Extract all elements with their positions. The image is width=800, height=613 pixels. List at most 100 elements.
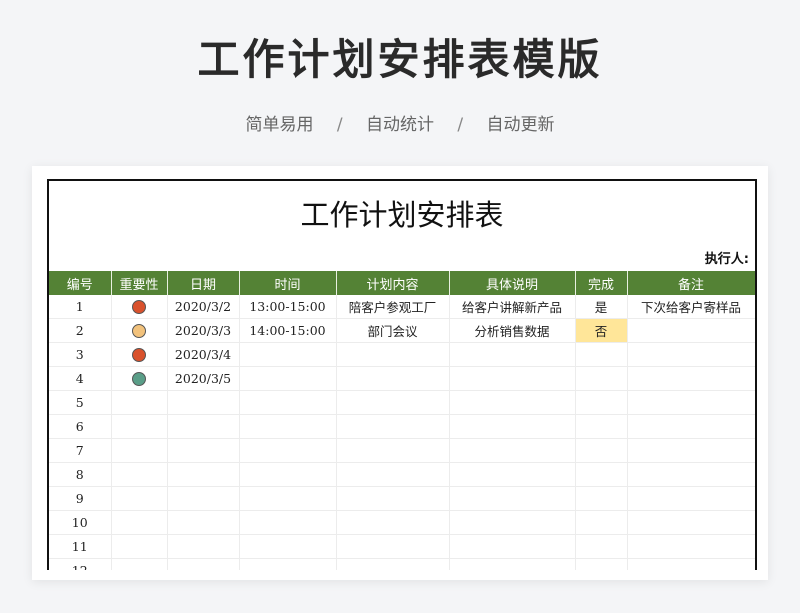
cell-time[interactable]: [239, 438, 337, 463]
cell-note[interactable]: [627, 414, 755, 439]
cell-done[interactable]: 否: [575, 318, 628, 343]
cell-importance[interactable]: [111, 486, 168, 511]
cell-no[interactable]: 12: [49, 558, 112, 570]
cell-plan[interactable]: [336, 366, 450, 391]
cell-time[interactable]: 14:00-15:00: [239, 318, 337, 343]
cell-no[interactable]: 8: [49, 462, 112, 487]
cell-done[interactable]: 是: [575, 295, 628, 319]
cell-note[interactable]: [627, 534, 755, 559]
column-header: 备注: [627, 271, 755, 295]
cell-no[interactable]: 3: [49, 342, 112, 367]
cell-note[interactable]: [627, 390, 755, 415]
cell-date[interactable]: [167, 534, 240, 559]
cell-date[interactable]: [167, 510, 240, 535]
cell-importance[interactable]: [111, 414, 168, 439]
cell-importance[interactable]: [111, 366, 168, 391]
cell-done[interactable]: [575, 342, 628, 367]
cell-no[interactable]: 6: [49, 414, 112, 439]
cell-note[interactable]: [627, 438, 755, 463]
cell-plan[interactable]: [336, 438, 450, 463]
cell-date[interactable]: [167, 438, 240, 463]
cell-detail[interactable]: 给客户讲解新产品: [449, 295, 576, 319]
cell-no[interactable]: 7: [49, 438, 112, 463]
cell-time[interactable]: 13:00-15:00: [239, 295, 337, 319]
cell-date[interactable]: 2020/3/4: [167, 342, 240, 367]
cell-date[interactable]: [167, 486, 240, 511]
cell-time[interactable]: [239, 342, 337, 367]
cell-no[interactable]: 10: [49, 510, 112, 535]
cell-done[interactable]: [575, 558, 628, 570]
cell-note[interactable]: [627, 558, 755, 570]
cell-done[interactable]: [575, 486, 628, 511]
cell-note[interactable]: [627, 510, 755, 535]
cell-time[interactable]: [239, 486, 337, 511]
cell-plan[interactable]: [336, 558, 450, 570]
cell-time[interactable]: [239, 390, 337, 415]
cell-importance[interactable]: [111, 510, 168, 535]
cell-plan[interactable]: [336, 342, 450, 367]
cell-done[interactable]: [575, 510, 628, 535]
cell-time[interactable]: [239, 366, 337, 391]
cell-detail[interactable]: [449, 414, 576, 439]
cell-date[interactable]: 2020/3/3: [167, 318, 240, 343]
cell-detail[interactable]: [449, 342, 576, 367]
cell-done[interactable]: [575, 438, 628, 463]
cell-date[interactable]: [167, 390, 240, 415]
cell-done[interactable]: [575, 390, 628, 415]
cell-note[interactable]: [627, 486, 755, 511]
table-row: 6: [49, 414, 755, 439]
cell-detail[interactable]: 分析销售数据: [449, 318, 576, 343]
cell-done[interactable]: [575, 366, 628, 391]
cell-note[interactable]: [627, 318, 755, 343]
cell-date[interactable]: [167, 558, 240, 570]
cell-importance[interactable]: [111, 534, 168, 559]
cell-date[interactable]: 2020/3/2: [167, 295, 240, 319]
cell-importance[interactable]: [111, 295, 168, 319]
subtitle-separator: /: [457, 115, 464, 135]
cell-plan[interactable]: [336, 510, 450, 535]
cell-importance[interactable]: [111, 462, 168, 487]
cell-note[interactable]: [627, 342, 755, 367]
cell-no[interactable]: 1: [49, 295, 112, 319]
cell-time[interactable]: [239, 462, 337, 487]
cell-note[interactable]: [627, 366, 755, 391]
cell-no[interactable]: 2: [49, 318, 112, 343]
column-header: 编号: [49, 271, 112, 295]
cell-detail[interactable]: [449, 390, 576, 415]
cell-plan[interactable]: 部门会议: [336, 318, 450, 343]
cell-plan[interactable]: [336, 462, 450, 487]
cell-done[interactable]: [575, 534, 628, 559]
cell-no[interactable]: 5: [49, 390, 112, 415]
cell-plan[interactable]: [336, 414, 450, 439]
cell-plan[interactable]: [336, 534, 450, 559]
cell-time[interactable]: [239, 534, 337, 559]
cell-done[interactable]: [575, 414, 628, 439]
cell-note[interactable]: 下次给客户寄样品: [627, 295, 755, 319]
cell-detail[interactable]: [449, 366, 576, 391]
cell-detail[interactable]: [449, 534, 576, 559]
cell-detail[interactable]: [449, 486, 576, 511]
cell-done[interactable]: [575, 462, 628, 487]
cell-date[interactable]: [167, 414, 240, 439]
cell-detail[interactable]: [449, 558, 576, 570]
cell-note[interactable]: [627, 462, 755, 487]
cell-detail[interactable]: [449, 438, 576, 463]
cell-importance[interactable]: [111, 438, 168, 463]
cell-plan[interactable]: 陪客户参观工厂: [336, 295, 450, 319]
cell-no[interactable]: 11: [49, 534, 112, 559]
cell-plan[interactable]: [336, 390, 450, 415]
cell-importance[interactable]: [111, 342, 168, 367]
cell-time[interactable]: [239, 414, 337, 439]
cell-detail[interactable]: [449, 510, 576, 535]
cell-importance[interactable]: [111, 318, 168, 343]
cell-no[interactable]: 4: [49, 366, 112, 391]
cell-time[interactable]: [239, 558, 337, 570]
cell-no[interactable]: 9: [49, 486, 112, 511]
cell-date[interactable]: 2020/3/5: [167, 366, 240, 391]
cell-plan[interactable]: [336, 486, 450, 511]
cell-importance[interactable]: [111, 390, 168, 415]
cell-importance[interactable]: [111, 558, 168, 570]
cell-detail[interactable]: [449, 462, 576, 487]
cell-date[interactable]: [167, 462, 240, 487]
cell-time[interactable]: [239, 510, 337, 535]
